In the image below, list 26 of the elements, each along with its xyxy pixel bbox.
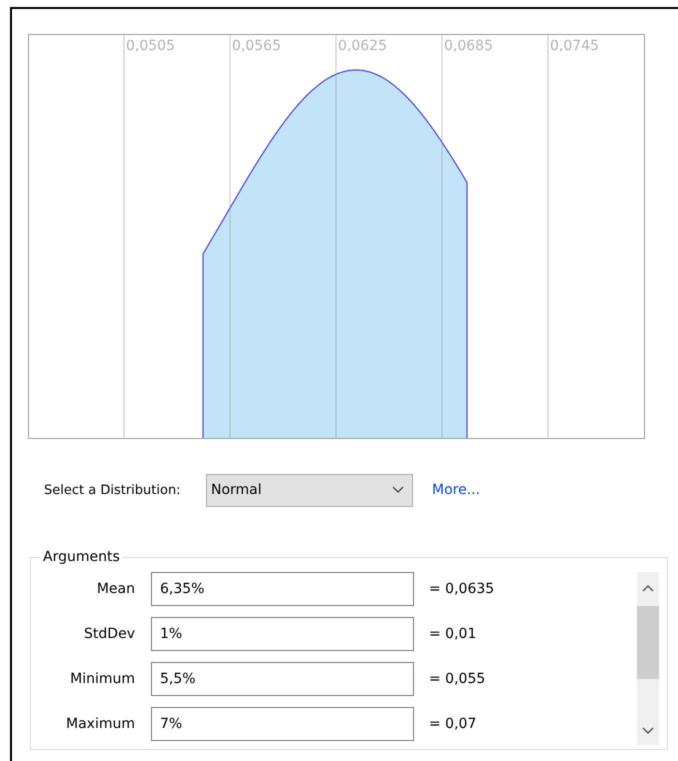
argument-label: StdDev (83, 626, 135, 642)
axis-tick-label: 0,0745 (550, 38, 599, 54)
scroll-thumb[interactable] (637, 606, 659, 679)
argument-result: = 0,0635 (429, 580, 494, 596)
distribution-label: Select a Distribution: (44, 482, 182, 498)
argument-result: = 0,055 (429, 670, 486, 686)
scroll-down-icon[interactable] (642, 727, 654, 735)
scrollbar[interactable] (637, 572, 659, 745)
axis-tick-label: 0,0625 (338, 38, 387, 54)
argument-label: Maximum (65, 716, 135, 732)
argument-field[interactable]: 7% (151, 706, 414, 740)
argument-result: = 0,01 (429, 626, 476, 642)
group-title: Arguments (41, 549, 122, 565)
argument-label: Mean (96, 580, 135, 596)
argument-field[interactable]: 5,5% (151, 662, 414, 696)
scroll-up-icon[interactable] (642, 584, 654, 592)
argument-field[interactable]: 6,35% (151, 572, 414, 606)
axis-tick-label: 0,0685 (444, 38, 493, 54)
axis-tick-label: 0,0565 (232, 38, 281, 54)
more-link[interactable]: More... (432, 482, 480, 498)
argument-label: Minimum (69, 670, 135, 686)
chevron-down-icon (392, 486, 404, 494)
argument-field[interactable]: 1% (151, 616, 414, 650)
axis-tick-label: 0,0505 (126, 38, 175, 54)
distribution-dropdown[interactable]: Normal (206, 474, 413, 506)
argument-result: = 0,07 (429, 716, 476, 732)
